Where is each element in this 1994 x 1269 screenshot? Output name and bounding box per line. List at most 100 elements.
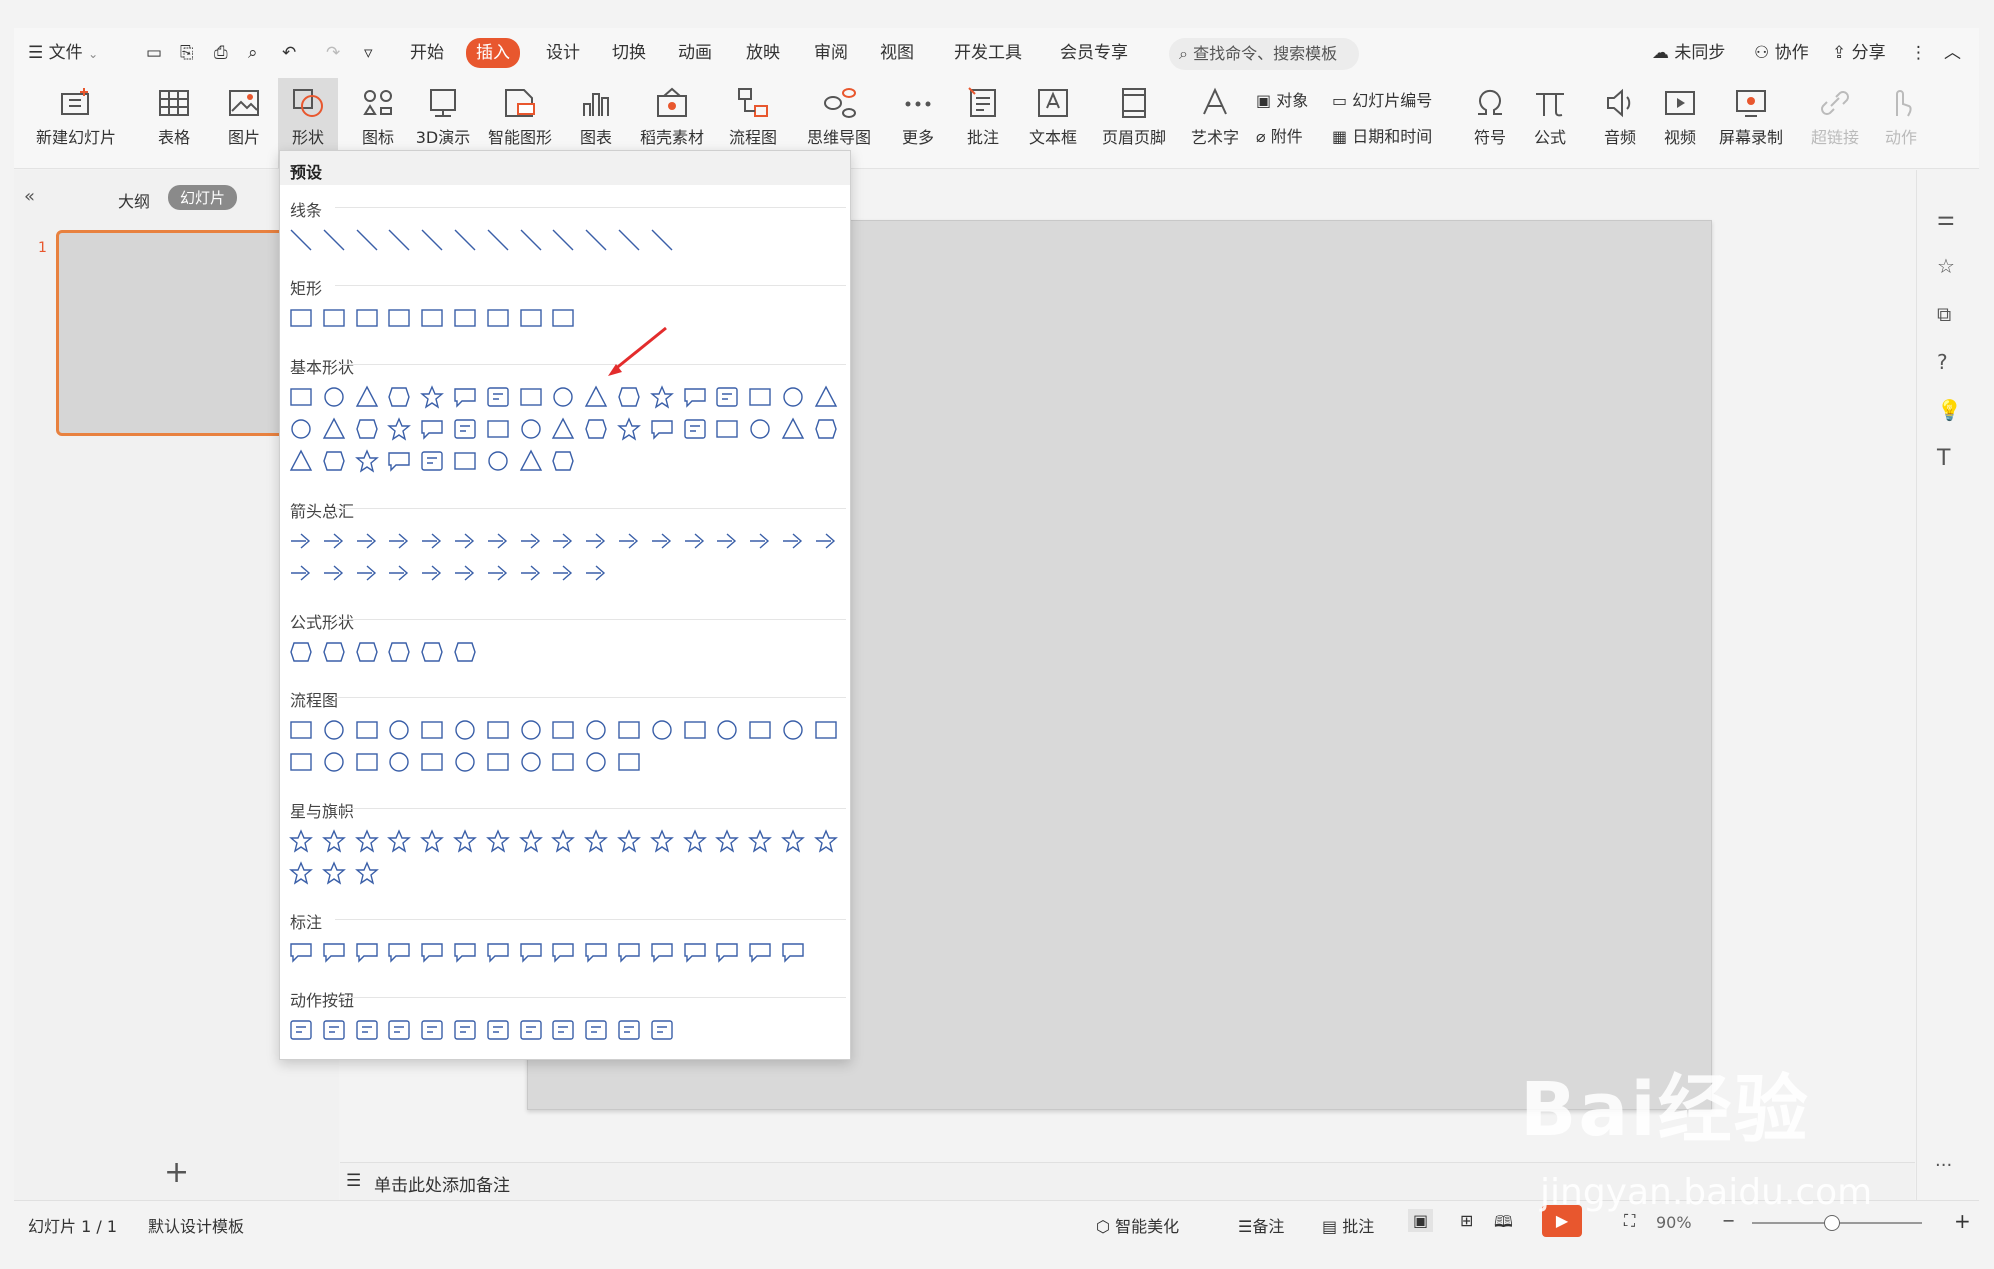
quick-access-dropdown-icon[interactable]: ▿ bbox=[364, 28, 373, 78]
shape-item-icon[interactable] bbox=[616, 749, 642, 775]
shape-item-icon[interactable] bbox=[419, 528, 445, 554]
slide-thumbnail[interactable] bbox=[56, 230, 298, 436]
shape-item-icon[interactable] bbox=[682, 717, 708, 743]
shape-item-icon[interactable] bbox=[321, 448, 347, 474]
reading-view-icon[interactable]: 🕮 bbox=[1494, 1211, 1513, 1238]
shape-item-icon[interactable] bbox=[419, 939, 445, 965]
shape-item-icon[interactable] bbox=[452, 227, 478, 253]
shape-item-icon[interactable] bbox=[321, 560, 347, 586]
search-input[interactable]: 查找命令、搜索模板 bbox=[1193, 44, 1337, 63]
shape-item-icon[interactable] bbox=[419, 749, 445, 775]
sorter-view-icon[interactable]: ⊞ bbox=[1460, 1211, 1473, 1230]
shape-item-icon[interactable] bbox=[682, 528, 708, 554]
copy-icon[interactable]: ⧉ bbox=[1937, 302, 1951, 326]
shape-item-icon[interactable] bbox=[747, 939, 773, 965]
shape-item-icon[interactable] bbox=[485, 384, 511, 410]
add-slide-button[interactable]: + bbox=[164, 1155, 189, 1190]
redo-icon[interactable]: ↷ bbox=[326, 28, 340, 78]
shape-item-icon[interactable] bbox=[354, 528, 380, 554]
shape-item-icon[interactable] bbox=[813, 384, 839, 410]
shape-item-icon[interactable] bbox=[616, 384, 642, 410]
shape-item-icon[interactable] bbox=[452, 828, 478, 854]
shape-item-icon[interactable] bbox=[583, 939, 609, 965]
shape-item-icon[interactable] bbox=[386, 717, 412, 743]
table-button[interactable]: 表格 bbox=[144, 78, 204, 168]
shape-item-icon[interactable] bbox=[452, 1017, 478, 1043]
tab-slides[interactable]: 幻灯片 bbox=[168, 185, 238, 210]
share-button[interactable]: ⇪ 分享 bbox=[1832, 28, 1886, 78]
shape-item-icon[interactable] bbox=[321, 528, 347, 554]
shape-item-icon[interactable] bbox=[485, 828, 511, 854]
shape-item-icon[interactable] bbox=[780, 416, 806, 442]
shape-item-icon[interactable] bbox=[386, 1017, 412, 1043]
shape-item-icon[interactable] bbox=[354, 1017, 380, 1043]
shape-item-icon[interactable] bbox=[747, 384, 773, 410]
shape-item-icon[interactable] bbox=[550, 828, 576, 854]
shape-item-icon[interactable] bbox=[321, 639, 347, 665]
print-preview-icon[interactable]: ⌕ bbox=[248, 28, 258, 78]
shape-item-icon[interactable] bbox=[747, 528, 773, 554]
shape-item-icon[interactable] bbox=[813, 416, 839, 442]
shape-item-icon[interactable] bbox=[583, 717, 609, 743]
shape-item-icon[interactable] bbox=[354, 416, 380, 442]
shape-item-icon[interactable] bbox=[386, 448, 412, 474]
shape-item-icon[interactable] bbox=[518, 528, 544, 554]
shape-item-icon[interactable] bbox=[583, 416, 609, 442]
shape-item-icon[interactable] bbox=[288, 860, 314, 886]
shape-item-icon[interactable] bbox=[452, 560, 478, 586]
shape-item-icon[interactable] bbox=[780, 939, 806, 965]
shape-item-icon[interactable] bbox=[485, 717, 511, 743]
shape-item-icon[interactable] bbox=[780, 717, 806, 743]
shape-item-icon[interactable] bbox=[813, 717, 839, 743]
shape-item-icon[interactable] bbox=[583, 828, 609, 854]
shape-item-icon[interactable] bbox=[714, 828, 740, 854]
shape-item-icon[interactable] bbox=[616, 717, 642, 743]
header-footer-button[interactable]: 页眉页脚 bbox=[1094, 78, 1174, 168]
search-box[interactable]: ⌕ 查找命令、搜索模板 bbox=[1169, 38, 1359, 70]
shape-item-icon[interactable] bbox=[518, 1017, 544, 1043]
shape-item-icon[interactable] bbox=[649, 717, 675, 743]
shape-item-icon[interactable] bbox=[649, 384, 675, 410]
shape-item-icon[interactable] bbox=[354, 560, 380, 586]
screen-record-button[interactable]: 屏幕录制 bbox=[1714, 78, 1788, 168]
shape-item-icon[interactable] bbox=[780, 528, 806, 554]
shape-item-icon[interactable] bbox=[583, 227, 609, 253]
shape-item-icon[interactable] bbox=[682, 828, 708, 854]
datetime-button[interactable]: ▦ 日期和时间 bbox=[1332, 122, 1432, 152]
shape-item-icon[interactable] bbox=[321, 227, 347, 253]
shape-item-icon[interactable] bbox=[780, 828, 806, 854]
shape-item-icon[interactable] bbox=[288, 560, 314, 586]
comment-toggle[interactable]: ▤ 批注 bbox=[1322, 1213, 1374, 1237]
slide-number-button[interactable]: ▭ 幻灯片编号 bbox=[1332, 86, 1432, 116]
shape-item-icon[interactable] bbox=[452, 639, 478, 665]
shape-item-icon[interactable] bbox=[518, 416, 544, 442]
shape-item-icon[interactable] bbox=[354, 717, 380, 743]
collab-button[interactable]: ⚇ 协作 bbox=[1754, 28, 1809, 78]
shape-item-icon[interactable] bbox=[714, 416, 740, 442]
shape-item-icon[interactable] bbox=[550, 749, 576, 775]
shape-item-icon[interactable] bbox=[419, 717, 445, 743]
shape-item-icon[interactable] bbox=[354, 939, 380, 965]
shape-item-icon[interactable] bbox=[321, 828, 347, 854]
save-icon[interactable]: ▭ bbox=[146, 28, 162, 78]
shape-item-icon[interactable] bbox=[452, 416, 478, 442]
more-options-icon[interactable]: ⋮ bbox=[1910, 28, 1927, 78]
help-icon[interactable]: ? bbox=[1937, 350, 1948, 374]
shape-item-icon[interactable] bbox=[288, 828, 314, 854]
shape-item-icon[interactable] bbox=[386, 416, 412, 442]
shape-item-icon[interactable] bbox=[550, 717, 576, 743]
properties-icon[interactable]: ⚌ bbox=[1937, 206, 1955, 230]
lightbulb-icon[interactable]: 💡 bbox=[1937, 398, 1962, 422]
tab-animation[interactable]: 动画 bbox=[678, 28, 712, 78]
shape-item-icon[interactable] bbox=[485, 528, 511, 554]
shape-item-icon[interactable] bbox=[550, 448, 576, 474]
shape-item-icon[interactable] bbox=[386, 939, 412, 965]
zoom-level[interactable]: 90% bbox=[1656, 1213, 1692, 1232]
shape-item-icon[interactable] bbox=[485, 939, 511, 965]
fit-window-icon[interactable]: ⛶ bbox=[1624, 1211, 1635, 1231]
wordart-button[interactable]: 艺术字 bbox=[1180, 78, 1250, 168]
shape-item-icon[interactable] bbox=[780, 384, 806, 410]
shape-item-icon[interactable] bbox=[813, 528, 839, 554]
zoom-out-icon[interactable]: − bbox=[1722, 1211, 1735, 1230]
shape-item-icon[interactable] bbox=[583, 1017, 609, 1043]
